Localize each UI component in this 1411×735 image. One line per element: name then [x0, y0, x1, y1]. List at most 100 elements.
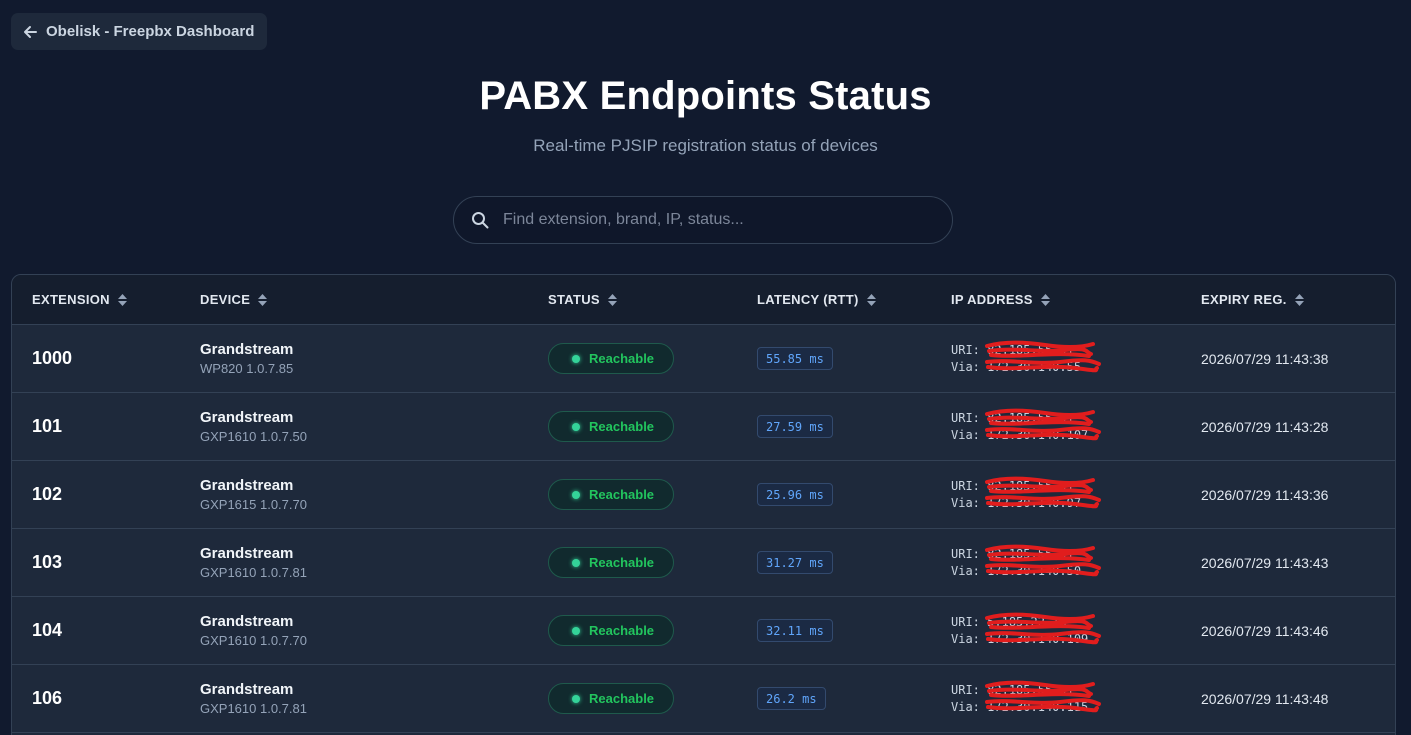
via-line: Via: 172.30.140.115 [951, 697, 1101, 716]
status-label: Reachable [589, 419, 655, 434]
table-row[interactable]: 101 Grandstream GXP1610 1.0.7.50 Reachab… [12, 393, 1395, 461]
latency-cell: 31.27 ms [757, 529, 833, 596]
table-row[interactable]: 102 Grandstream GXP1615 1.0.7.70 Reachab… [12, 461, 1395, 529]
back-button[interactable]: Obelisk - Freepbx Dashboard [11, 13, 267, 50]
status-badge: Reachable [548, 479, 674, 510]
status-cell: Reachable [548, 665, 674, 732]
column-header-label: LATENCY (RTT) [757, 292, 859, 307]
via-value: 172.30.140.107 [987, 427, 1089, 442]
latency-cell: 26.2 ms [757, 665, 826, 732]
device-model: GXP1610 1.0.7.81 [200, 701, 307, 716]
column-header-device[interactable]: DEVICE [200, 275, 268, 324]
via-value: 172.30.140.97 [987, 495, 1082, 510]
status-cell: Reachable [548, 597, 674, 664]
via-line: Via: 172.30.140.97 [951, 493, 1101, 512]
uri-label: URI: [951, 614, 980, 629]
uri-label: URI: [951, 410, 980, 425]
uri-value: 82.185.55.91 [987, 342, 1074, 357]
extension-cell: 103 [32, 552, 63, 572]
via-label: Via: [951, 563, 980, 578]
status-cell: Reachable [548, 393, 674, 460]
device-cell: Grandstream GXP1610 1.0.7.70 [200, 597, 307, 664]
search-input[interactable] [501, 210, 952, 230]
latency-cell: 55.85 ms [757, 325, 833, 392]
extension-cell: 104 [32, 620, 63, 640]
sort-icon [1294, 293, 1304, 306]
latency-cell: 32.11 ms [757, 597, 833, 664]
search-bar[interactable] [453, 196, 953, 244]
sort-icon [1040, 293, 1050, 306]
column-header-extension[interactable]: EXTENSION [32, 275, 127, 324]
status-badge: Reachable [548, 343, 674, 374]
via-label: Via: [951, 631, 980, 646]
column-header-ip-address[interactable]: IP ADDRESS [951, 275, 1050, 324]
status-badge: Reachable [548, 615, 674, 646]
page-title: PABX Endpoints Status [479, 74, 932, 118]
arrow-left-icon [23, 25, 37, 39]
uri-label: URI: [951, 682, 980, 697]
device-cell: Grandstream GXP1615 1.0.7.70 [200, 461, 307, 528]
sort-icon [258, 293, 268, 306]
extension-cell: 101 [32, 416, 63, 436]
device-cell: Grandstream GXP1610 1.0.7.81 [200, 529, 307, 596]
uri-line: URI: 82.185.55.91 [951, 476, 1095, 495]
uri-line: URI: 82.185.55.91 [951, 408, 1095, 427]
status-dot-icon [572, 626, 580, 635]
via-value: 172.30.140.50 [987, 563, 1082, 578]
column-header-label: IP ADDRESS [951, 292, 1033, 307]
status-label: Reachable [589, 351, 655, 366]
latency-badge: 31.27 ms [757, 551, 833, 574]
table-row[interactable]: 104 Grandstream GXP1610 1.0.7.70 Reachab… [12, 597, 1395, 665]
column-header-label: DEVICE [200, 292, 251, 307]
device-brand: Grandstream [200, 409, 294, 426]
status-dot-icon [572, 558, 580, 567]
column-header-label: EXPIRY REG. [1201, 292, 1287, 307]
expiry-cell: 2026/07/29 11:43:43 [1201, 554, 1329, 571]
sort-icon [117, 293, 127, 306]
page: Obelisk - Freepbx Dashboard PABX Endpoin… [0, 0, 1411, 735]
column-header-latency[interactable]: LATENCY (RTT) [757, 275, 876, 324]
device-model: GXP1610 1.0.7.50 [200, 429, 307, 444]
uri-line: URI: 5.185.22.16 [951, 612, 1095, 631]
extension-cell: 1000 [32, 348, 73, 368]
uri-label: URI: [951, 342, 980, 357]
expiry-cell: 2026/07/29 11:43:46 [1201, 622, 1329, 639]
table-body: 1000 Grandstream WP820 1.0.7.85 Reachabl… [12, 325, 1395, 733]
status-label: Reachable [589, 691, 655, 706]
column-header-expiry[interactable]: EXPIRY REG. [1201, 275, 1304, 324]
uri-value: 82.185.55.91 [987, 410, 1074, 425]
ip-address-cell: URI: 5.185.22.16 Via: 172.30.140.109 [951, 597, 1101, 664]
device-brand: Grandstream [200, 341, 294, 358]
status-cell: Reachable [548, 461, 674, 528]
table-row[interactable]: 106 Grandstream GXP1610 1.0.7.81 Reachab… [12, 665, 1395, 733]
status-label: Reachable [589, 487, 655, 502]
column-header-label: STATUS [548, 292, 600, 307]
extension-cell: 102 [32, 484, 63, 504]
column-header-status[interactable]: STATUS [548, 275, 617, 324]
latency-cell: 25.96 ms [757, 461, 833, 528]
ip-address-cell: URI: 82.185.55.91 Via: 172.30.140.115 [951, 665, 1101, 732]
status-dot-icon [572, 354, 580, 363]
device-brand: Grandstream [200, 681, 294, 698]
extension-cell: 106 [32, 688, 63, 708]
search-icon [471, 211, 489, 229]
table-row[interactable]: 1000 Grandstream WP820 1.0.7.85 Reachabl… [12, 325, 1395, 393]
ip-address-cell: URI: 82.185.55.91 Via: 172.30.140.107 [951, 393, 1101, 460]
status-badge: Reachable [548, 411, 674, 442]
status-dot-icon [572, 490, 580, 499]
via-value: 172.30.140.109 [987, 631, 1089, 646]
table-row[interactable]: 103 Grandstream GXP1610 1.0.7.81 Reachab… [12, 529, 1395, 597]
via-line: Via: 172.30.140.55 [951, 357, 1101, 376]
latency-cell: 27.59 ms [757, 393, 833, 460]
latency-badge: 26.2 ms [757, 687, 826, 710]
table-header: EXTENSION DEVICE STATUS LATENCY (RTT) IP… [12, 275, 1395, 325]
device-model: GXP1610 1.0.7.81 [200, 565, 307, 580]
expiry-cell: 2026/07/29 11:43:28 [1201, 418, 1329, 435]
device-cell: Grandstream WP820 1.0.7.85 [200, 325, 293, 392]
uri-label: URI: [951, 478, 980, 493]
via-value: 172.30.140.115 [987, 699, 1089, 714]
status-cell: Reachable [548, 325, 674, 392]
via-label: Via: [951, 359, 980, 374]
expiry-cell: 2026/07/29 11:43:48 [1201, 690, 1329, 707]
device-brand: Grandstream [200, 613, 294, 630]
